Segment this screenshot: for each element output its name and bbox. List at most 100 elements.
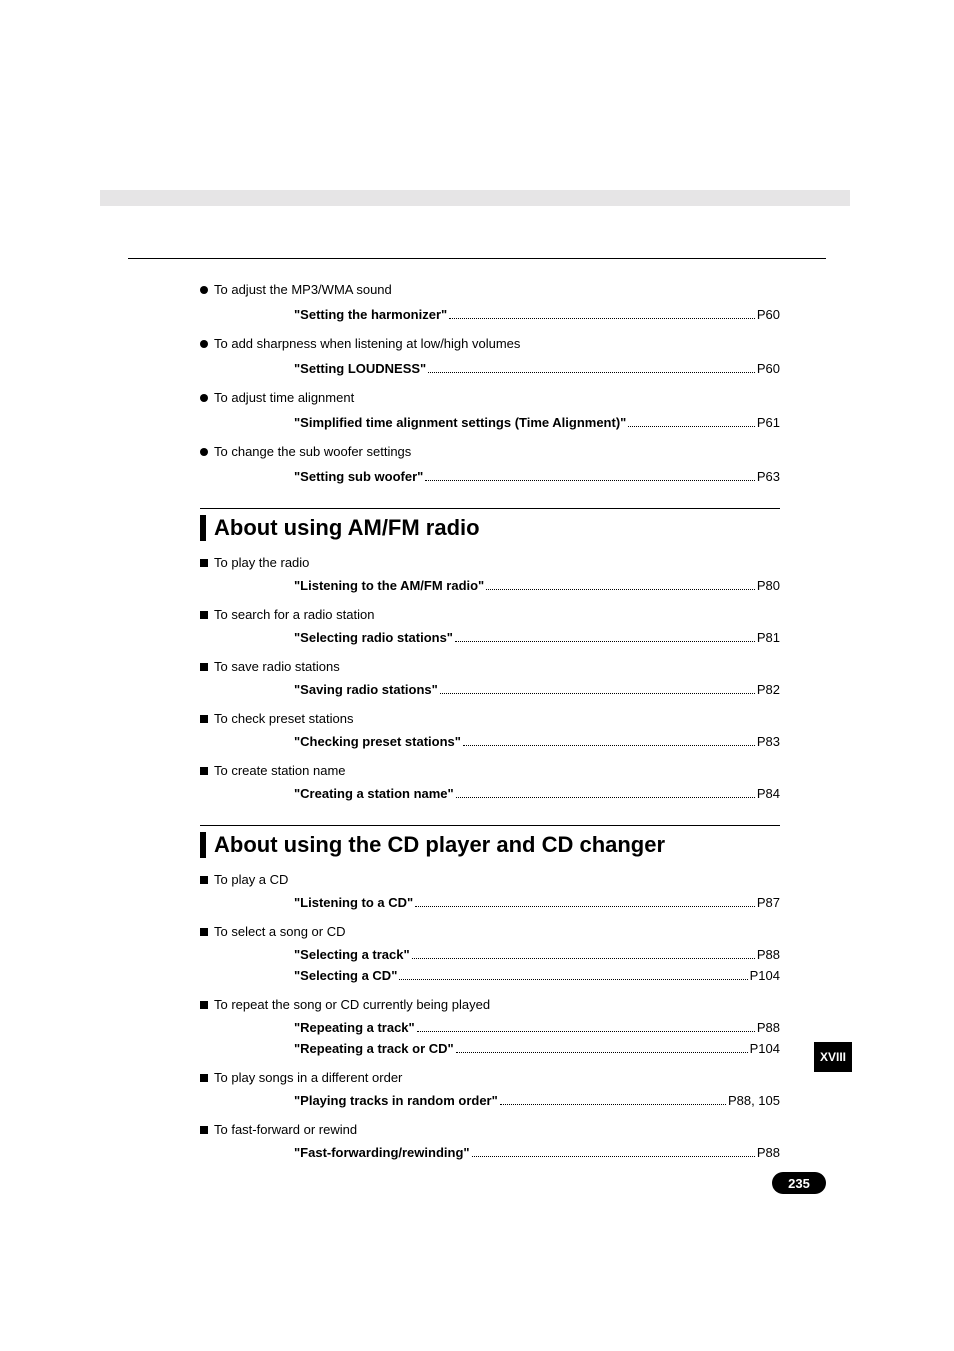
bullet-square-icon (200, 928, 208, 936)
bullet-item: To search for a radio station (200, 607, 780, 622)
leader-dots (500, 1104, 726, 1105)
section-title: About using AM/FM radio (214, 515, 480, 541)
ref-page: P80 (757, 578, 780, 593)
bullet-item: To adjust the MP3/WMA sound (200, 282, 780, 297)
toc-entry[interactable]: "Repeating a track or CD" P104 (294, 1041, 780, 1056)
bullet-label: To create station name (214, 763, 346, 778)
ref-page: P104 (750, 1041, 780, 1056)
ref-page: P88 (757, 1145, 780, 1160)
toc-entry[interactable]: "Saving radio stations" P82 (294, 682, 780, 697)
leader-dots (472, 1156, 755, 1157)
ref-title: "Listening to a CD" (294, 895, 413, 910)
bullet-square-icon (200, 559, 208, 567)
ref-title: "Repeating a track or CD" (294, 1041, 454, 1056)
bullet-item: To play a CD (200, 872, 780, 887)
toc-entry[interactable]: "Playing tracks in random order" P88, 10… (294, 1093, 780, 1108)
toc-entry[interactable]: "Checking preset stations" P83 (294, 734, 780, 749)
bullet-square-icon (200, 1001, 208, 1009)
bullet-square-icon (200, 611, 208, 619)
section-heading: About using AM/FM radio (200, 508, 780, 541)
ref-page: P88, 105 (728, 1093, 780, 1108)
toc-entry[interactable]: "Selecting a CD" P104 (294, 968, 780, 983)
bullet-square-icon (200, 715, 208, 723)
page-number: 235 (788, 1176, 810, 1191)
toc-entry[interactable]: "Creating a station name" P84 (294, 786, 780, 801)
section2-block: To play a CD "Listening to a CD" P87 To … (200, 872, 780, 1160)
ref-page: P61 (757, 415, 780, 430)
bullet-square-icon (200, 876, 208, 884)
leader-dots (463, 745, 755, 746)
content-body: To adjust the MP3/WMA sound "Setting the… (200, 282, 780, 1174)
bullet-square-icon (200, 663, 208, 671)
section-bar-icon (200, 832, 206, 858)
header-underline (128, 258, 826, 259)
ref-title: "Simplified time alignment settings (Tim… (294, 415, 626, 430)
ref-title: "Repeating a track" (294, 1020, 415, 1035)
ref-page: P60 (757, 307, 780, 322)
ref-page: P88 (757, 1020, 780, 1035)
toc-entry[interactable]: "Listening to a CD" P87 (294, 895, 780, 910)
leader-dots (399, 979, 747, 980)
ref-page: P104 (750, 968, 780, 983)
bullet-item: To save radio stations (200, 659, 780, 674)
bullet-item: To select a song or CD (200, 924, 780, 939)
toc-entry[interactable]: "Fast-forwarding/rewinding" P88 (294, 1145, 780, 1160)
leader-dots (415, 906, 755, 907)
bullet-item: To change the sub woofer settings (200, 444, 780, 459)
leader-dots (486, 589, 755, 590)
bullet-item: To play the radio (200, 555, 780, 570)
ref-title: "Checking preset stations" (294, 734, 461, 749)
bullet-square-icon (200, 767, 208, 775)
ref-page: P81 (757, 630, 780, 645)
page-number-badge: 235 (772, 1172, 826, 1194)
bullet-item: To fast-forward or rewind (200, 1122, 780, 1137)
section-rule (200, 508, 780, 509)
bullet-circle-icon (200, 340, 208, 348)
ref-title: "Setting sub woofer" (294, 469, 423, 484)
bullet-label: To fast-forward or rewind (214, 1122, 357, 1137)
bullet-item: To repeat the song or CD currently being… (200, 997, 780, 1012)
toc-entry[interactable]: "Setting LOUDNESS" P60 (294, 361, 780, 376)
leader-dots (428, 372, 755, 373)
section1-block: To play the radio "Listening to the AM/F… (200, 555, 780, 801)
ref-page: P63 (757, 469, 780, 484)
bullet-square-icon (200, 1074, 208, 1082)
ref-title: "Selecting a track" (294, 947, 410, 962)
bullet-item: To create station name (200, 763, 780, 778)
leader-dots (412, 958, 755, 959)
bullet-label: To adjust the MP3/WMA sound (214, 282, 392, 297)
bullet-item: To add sharpness when listening at low/h… (200, 336, 780, 351)
leader-dots (628, 426, 755, 427)
bullet-label: To repeat the song or CD currently being… (214, 997, 490, 1012)
bullet-item: To adjust time alignment (200, 390, 780, 405)
bullet-label: To play a CD (214, 872, 288, 887)
bullet-label: To select a song or CD (214, 924, 346, 939)
ref-title: "Selecting radio stations" (294, 630, 453, 645)
leader-dots (425, 480, 755, 481)
ref-title: "Fast-forwarding/rewinding" (294, 1145, 470, 1160)
ref-title: "Selecting a CD" (294, 968, 397, 983)
toc-entry[interactable]: "Setting the harmonizer" P60 (294, 307, 780, 322)
toc-entry[interactable]: "Selecting radio stations" P81 (294, 630, 780, 645)
ref-page: P87 (757, 895, 780, 910)
leader-dots (449, 318, 755, 319)
toc-entry[interactable]: "Listening to the AM/FM radio" P80 (294, 578, 780, 593)
bullet-label: To search for a radio station (214, 607, 374, 622)
toc-entry[interactable]: "Simplified time alignment settings (Tim… (294, 415, 780, 430)
toc-entry[interactable]: "Selecting a track" P88 (294, 947, 780, 962)
ref-page: P84 (757, 786, 780, 801)
toc-entry[interactable]: "Setting sub woofer" P63 (294, 469, 780, 484)
bullet-label: To play songs in a different order (214, 1070, 402, 1085)
leader-dots (456, 797, 755, 798)
top-block: To adjust the MP3/WMA sound "Setting the… (200, 282, 780, 484)
ref-page: P83 (757, 734, 780, 749)
bullet-circle-icon (200, 286, 208, 294)
ref-title: "Setting LOUDNESS" (294, 361, 426, 376)
leader-dots (456, 1052, 748, 1053)
bullet-item: To check preset stations (200, 711, 780, 726)
section-title: About using the CD player and CD changer (214, 832, 665, 858)
chapter-tab[interactable]: XVIII (814, 1042, 852, 1072)
leader-dots (417, 1031, 755, 1032)
ref-title: "Setting the harmonizer" (294, 307, 447, 322)
toc-entry[interactable]: "Repeating a track" P88 (294, 1020, 780, 1035)
